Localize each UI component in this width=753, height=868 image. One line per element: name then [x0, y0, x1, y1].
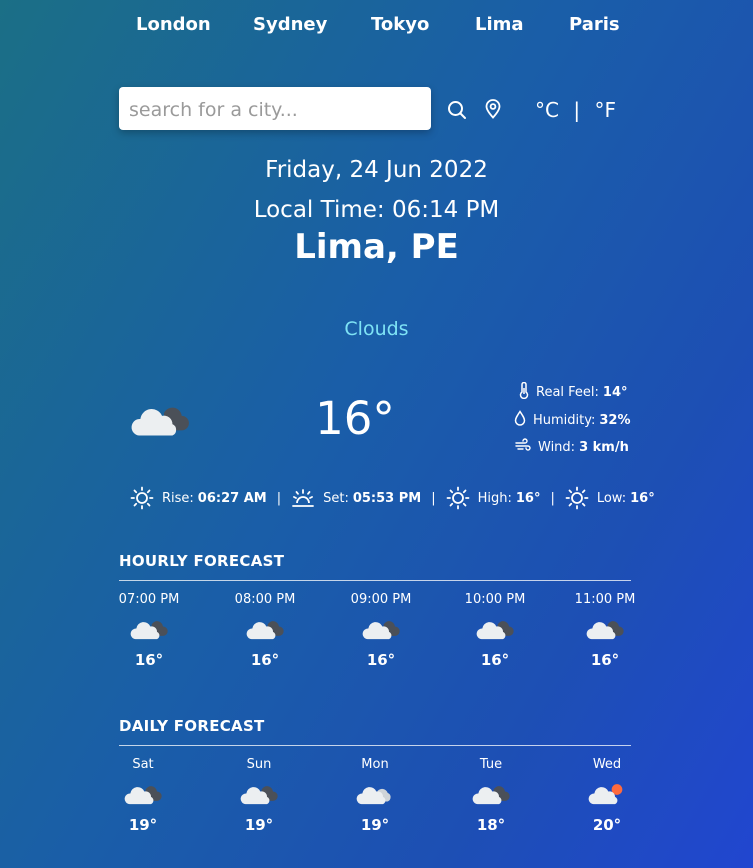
thermometer-icon — [519, 381, 529, 403]
sunrise-value: 06:27 AM — [197, 490, 267, 506]
nav-city-lima[interactable]: Lima — [475, 14, 524, 35]
daily-temp: 20° — [592, 816, 622, 834]
sun-icon — [130, 486, 154, 510]
unit-separator: | — [573, 98, 581, 122]
low-value: 16° — [630, 490, 655, 506]
sun-icon — [565, 486, 589, 510]
sunrise-item: Rise: 06:27 AM — [130, 486, 267, 510]
cloud-icon — [209, 772, 309, 816]
separator: | — [276, 490, 282, 506]
daily-day: Wed — [592, 757, 622, 772]
daily-item: Tue 18° — [441, 757, 541, 834]
cloud-icon — [99, 607, 199, 651]
cloud-icon — [129, 398, 191, 444]
cloud-icon — [441, 772, 541, 816]
daily-item: Mon 19° — [325, 757, 425, 834]
daily-temp: 18° — [476, 816, 506, 834]
cloud-icon — [215, 607, 315, 651]
wind-label: Wind: — [538, 439, 576, 455]
current-temperature: 16° — [315, 392, 395, 445]
humidity-row: Humidity: 32% — [514, 410, 631, 430]
hourly-item: 11:00 PM 16° — [555, 592, 655, 669]
celsius-button[interactable]: °C — [535, 98, 559, 122]
hourly-time: 10:00 PM — [464, 592, 526, 607]
divider — [119, 580, 631, 581]
hourly-time: 07:00 PM — [118, 592, 180, 607]
cloud-icon — [555, 607, 655, 651]
location-title: Lima, PE — [294, 227, 459, 267]
cloud-icon — [445, 607, 545, 651]
cloud-icon — [331, 607, 431, 651]
low-item: Low: 16° — [565, 486, 655, 510]
hourly-temp: 16° — [480, 651, 510, 669]
hourly-forecast-title: HOURLY FORECAST — [119, 552, 285, 570]
location-pin-icon[interactable] — [484, 99, 502, 123]
hourly-time: 11:00 PM — [574, 592, 636, 607]
unit-toggle: °C | °F — [535, 98, 616, 122]
high-value: 16° — [515, 490, 541, 506]
daily-temp: 19° — [128, 816, 158, 834]
daily-day: Tue — [479, 757, 503, 772]
humidity-value: 32% — [599, 412, 631, 428]
daily-temp: 19° — [244, 816, 274, 834]
humidity-label: Humidity: — [533, 412, 596, 428]
daily-day: Sun — [246, 757, 272, 772]
low-label: Low: — [596, 490, 627, 506]
sunset-item: Set: 05:53 PM — [291, 486, 421, 510]
real-feel-label: Real Feel: — [536, 385, 599, 400]
hourly-time: 08:00 PM — [234, 592, 296, 607]
sunset-value: 05:53 PM — [352, 490, 422, 506]
hourly-time: 09:00 PM — [350, 592, 412, 607]
sunset-label: Set: — [323, 490, 349, 506]
hourly-temp: 16° — [250, 651, 280, 669]
divider — [119, 745, 631, 746]
date-label: Friday, 24 Jun 2022 — [265, 157, 488, 183]
cloud-icon — [93, 772, 193, 816]
sunset-icon — [291, 486, 315, 510]
wind-row: Wind: 3 km/h — [515, 438, 629, 456]
sun-icon — [446, 486, 470, 510]
real-feel-value: 14° — [602, 385, 628, 400]
wind-icon — [515, 438, 531, 456]
separator: | — [431, 490, 436, 506]
daily-item: Sat 19° — [93, 757, 193, 834]
real-feel-row: Real Feel: 14° — [519, 381, 628, 403]
daily-day: Sat — [132, 757, 154, 772]
hourly-item: 07:00 PM 16° — [99, 592, 199, 669]
search-input[interactable] — [127, 87, 427, 132]
nav-city-paris[interactable]: Paris — [569, 14, 620, 35]
nav-city-sydney[interactable]: Sydney — [253, 14, 327, 35]
local-time-label: Local Time: 06:14 PM — [253, 197, 500, 223]
hourly-temp: 16° — [590, 651, 620, 669]
wind-value: 3 km/h — [579, 439, 629, 455]
daily-item: Wed 20° — [557, 757, 657, 834]
daily-day: Mon — [361, 757, 389, 772]
sunrise-label: Rise: — [162, 490, 194, 506]
search-icon[interactable] — [447, 100, 467, 124]
high-item: High: 16° — [446, 486, 541, 510]
daily-item: Sun 19° — [209, 757, 309, 834]
hourly-item: 10:00 PM 16° — [445, 592, 545, 669]
hourly-item: 08:00 PM 16° — [215, 592, 315, 669]
weather-condition: Clouds — [344, 318, 409, 340]
fahrenheit-button[interactable]: °F — [594, 98, 616, 122]
nav-city-tokyo[interactable]: Tokyo — [371, 14, 429, 35]
sun-info-row: Rise: 06:27 AM | Set: 05:53 PM | High: 1… — [130, 486, 655, 510]
high-label: High: — [477, 490, 512, 506]
daily-temp: 19° — [360, 816, 390, 834]
hourly-item: 09:00 PM 16° — [331, 592, 431, 669]
daily-forecast-title: DAILY FORECAST — [119, 717, 265, 735]
separator: | — [550, 490, 555, 506]
nav-city-london[interactable]: London — [136, 14, 211, 35]
search-box — [119, 87, 431, 132]
hourly-temp: 16° — [366, 651, 396, 669]
light-cloud-icon — [325, 772, 425, 816]
partly-cloudy-icon — [557, 772, 657, 816]
hourly-temp: 16° — [134, 651, 164, 669]
droplet-icon — [514, 410, 526, 430]
